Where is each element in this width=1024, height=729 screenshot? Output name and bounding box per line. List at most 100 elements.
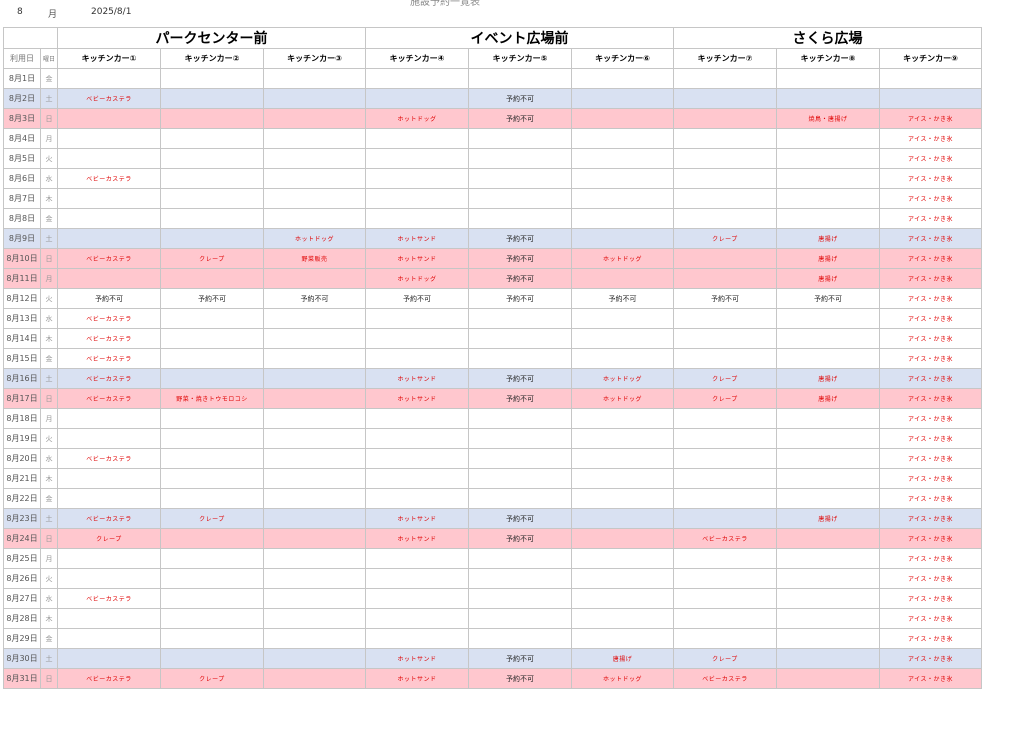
reservation-cell-car-1[interactable]	[57, 428, 161, 449]
reservation-cell-car-8[interactable]: 唐揚げ	[776, 368, 880, 389]
reservation-cell-car-4[interactable]	[365, 588, 469, 609]
reservation-cell-car-5[interactable]	[468, 168, 572, 189]
reservation-cell-car-3[interactable]	[263, 348, 366, 369]
reservation-cell-car-5[interactable]	[468, 448, 572, 469]
reservation-cell-car-9[interactable]: アイス・かき氷	[879, 528, 982, 549]
reservation-cell-car-3[interactable]	[263, 648, 366, 669]
reservation-cell-car-3[interactable]	[263, 268, 366, 289]
reservation-cell-car-2[interactable]	[160, 368, 264, 389]
reservation-cell-car-5[interactable]	[468, 148, 572, 169]
reservation-cell-car-7[interactable]	[673, 68, 777, 89]
reservation-cell-car-5[interactable]	[468, 488, 572, 509]
reservation-cell-car-3[interactable]	[263, 628, 366, 649]
reservation-cell-car-8[interactable]	[776, 588, 880, 609]
reservation-cell-car-9[interactable]: アイス・かき氷	[879, 368, 982, 389]
reservation-cell-car-6[interactable]	[571, 168, 674, 189]
reservation-cell-car-9[interactable]: アイス・かき氷	[879, 548, 982, 569]
reservation-cell-car-6[interactable]	[571, 328, 674, 349]
reservation-cell-car-3[interactable]	[263, 328, 366, 349]
reservation-cell-car-1[interactable]: ベビーカステラ	[57, 388, 161, 409]
reservation-cell-car-1[interactable]: ベビーカステラ	[57, 668, 161, 689]
reservation-cell-car-1[interactable]	[57, 568, 161, 589]
reservation-cell-car-3[interactable]	[263, 88, 366, 109]
reservation-cell-car-3[interactable]	[263, 408, 366, 429]
reservation-cell-car-4[interactable]: ホットサンド	[365, 248, 469, 269]
reservation-cell-car-7[interactable]	[673, 168, 777, 189]
reservation-cell-car-3[interactable]	[263, 108, 366, 129]
reservation-cell-car-1[interactable]	[57, 128, 161, 149]
reservation-cell-car-6[interactable]: 予約不可	[571, 288, 674, 309]
reservation-cell-car-1[interactable]: ベビーカステラ	[57, 348, 161, 369]
reservation-cell-car-7[interactable]	[673, 588, 777, 609]
reservation-cell-car-6[interactable]	[571, 448, 674, 469]
reservation-cell-car-5[interactable]	[468, 588, 572, 609]
reservation-cell-car-2[interactable]	[160, 348, 264, 369]
reservation-cell-car-5[interactable]: 予約不可	[468, 268, 572, 289]
reservation-cell-car-4[interactable]	[365, 148, 469, 169]
reservation-cell-car-7[interactable]	[673, 208, 777, 229]
reservation-cell-car-3[interactable]	[263, 448, 366, 469]
reservation-cell-car-3[interactable]	[263, 668, 366, 689]
reservation-cell-car-8[interactable]	[776, 308, 880, 329]
reservation-cell-car-8[interactable]	[776, 668, 880, 689]
reservation-cell-car-5[interactable]	[468, 128, 572, 149]
reservation-cell-car-9[interactable]: アイス・かき氷	[879, 188, 982, 209]
reservation-cell-car-7[interactable]: クレープ	[673, 388, 777, 409]
reservation-cell-car-4[interactable]: ホットサンド	[365, 388, 469, 409]
reservation-cell-car-7[interactable]: ベビーカステラ	[673, 528, 777, 549]
reservation-cell-car-8[interactable]	[776, 468, 880, 489]
reservation-cell-car-2[interactable]	[160, 628, 264, 649]
reservation-cell-car-3[interactable]	[263, 388, 366, 409]
reservation-cell-car-2[interactable]	[160, 328, 264, 349]
reservation-cell-car-8[interactable]	[776, 608, 880, 629]
reservation-cell-car-2[interactable]	[160, 228, 264, 249]
reservation-cell-car-2[interactable]	[160, 488, 264, 509]
reservation-cell-car-1[interactable]: クレープ	[57, 528, 161, 549]
reservation-cell-car-6[interactable]	[571, 128, 674, 149]
reservation-cell-car-4[interactable]	[365, 188, 469, 209]
reservation-cell-car-5[interactable]	[468, 568, 572, 589]
reservation-cell-car-6[interactable]	[571, 148, 674, 169]
reservation-cell-car-3[interactable]	[263, 528, 366, 549]
reservation-cell-car-6[interactable]	[571, 348, 674, 369]
reservation-cell-car-4[interactable]	[365, 68, 469, 89]
reservation-cell-car-5[interactable]: 予約不可	[468, 508, 572, 529]
reservation-cell-car-9[interactable]: アイス・かき氷	[879, 208, 982, 229]
reservation-cell-car-4[interactable]	[365, 168, 469, 189]
reservation-cell-car-2[interactable]	[160, 208, 264, 229]
reservation-cell-car-6[interactable]	[571, 608, 674, 629]
reservation-cell-car-1[interactable]	[57, 548, 161, 569]
reservation-cell-car-2[interactable]	[160, 68, 264, 89]
reservation-cell-car-2[interactable]	[160, 408, 264, 429]
reservation-cell-car-6[interactable]	[571, 548, 674, 569]
reservation-cell-car-9[interactable]: アイス・かき氷	[879, 328, 982, 349]
reservation-cell-car-1[interactable]	[57, 148, 161, 169]
reservation-cell-car-6[interactable]	[571, 428, 674, 449]
reservation-cell-car-7[interactable]	[673, 248, 777, 269]
reservation-cell-car-3[interactable]	[263, 368, 366, 389]
reservation-cell-car-5[interactable]: 予約不可	[468, 368, 572, 389]
reservation-cell-car-9[interactable]: アイス・かき氷	[879, 388, 982, 409]
reservation-cell-car-3[interactable]	[263, 128, 366, 149]
reservation-cell-car-1[interactable]	[57, 488, 161, 509]
reservation-cell-car-6[interactable]	[571, 308, 674, 329]
reservation-cell-car-2[interactable]	[160, 528, 264, 549]
reservation-cell-car-7[interactable]	[673, 308, 777, 329]
reservation-cell-car-4[interactable]	[365, 468, 469, 489]
reservation-cell-car-9[interactable]: アイス・かき氷	[879, 348, 982, 369]
reservation-cell-car-6[interactable]	[571, 568, 674, 589]
reservation-cell-car-5[interactable]: 予約不可	[468, 88, 572, 109]
reservation-cell-car-7[interactable]	[673, 488, 777, 509]
reservation-cell-car-1[interactable]	[57, 208, 161, 229]
reservation-cell-car-9[interactable]: アイス・かき氷	[879, 128, 982, 149]
reservation-cell-car-6[interactable]: 唐揚げ	[571, 648, 674, 669]
reservation-cell-car-7[interactable]	[673, 348, 777, 369]
reservation-cell-car-2[interactable]: 野菜・焼きトウモロコシ	[160, 388, 264, 409]
reservation-cell-car-5[interactable]	[468, 628, 572, 649]
reservation-cell-car-7[interactable]	[673, 468, 777, 489]
reservation-cell-car-9[interactable]: アイス・かき氷	[879, 468, 982, 489]
reservation-cell-car-9[interactable]: アイス・かき氷	[879, 148, 982, 169]
reservation-cell-car-2[interactable]	[160, 588, 264, 609]
reservation-cell-car-6[interactable]	[571, 228, 674, 249]
reservation-cell-car-6[interactable]	[571, 408, 674, 429]
